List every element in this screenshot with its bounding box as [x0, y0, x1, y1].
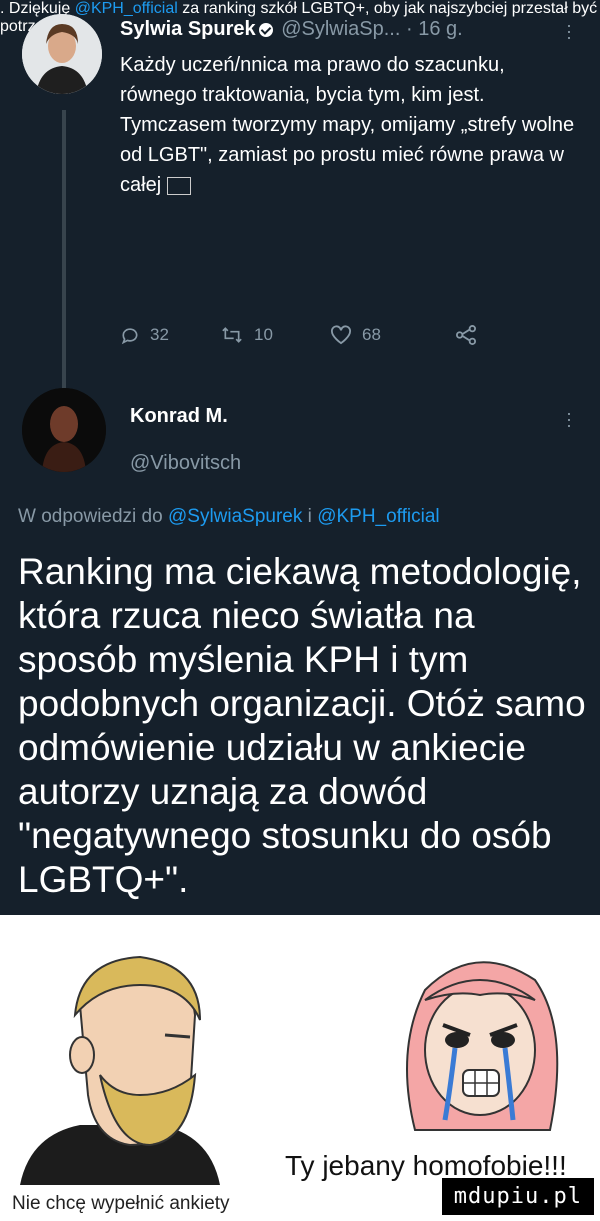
replying-mention-2[interactable]: @KPH_official: [317, 506, 439, 527]
avatar-konrad[interactable]: [22, 388, 106, 472]
tweet-thread-panel: Sylwia Spurek @SylwiaSp... · 16 g. · · · K…: [0, 0, 600, 915]
poland-flag-icon: [166, 176, 191, 195]
replying-prefix: W odpowiedzi do: [18, 506, 163, 527]
reply-text: Ranking ma ciekawą metodologię, która rz…: [18, 551, 586, 900]
replying-and: i: [307, 506, 312, 527]
crying-girl-illustration: [406, 961, 559, 1131]
tweet-author-line: Sylwia Spurek @SylwiaSp... · 16 g.: [120, 18, 463, 41]
time-separator: ·: [405, 18, 413, 40]
replying-mention-1[interactable]: @SylwiaSpurek: [168, 506, 302, 527]
site-watermark: mdupiu.pl: [441, 1178, 594, 1215]
tweet-actions: 32 10 68: [120, 325, 520, 355]
thread-connector: [62, 110, 66, 390]
more-dots-icon[interactable]: · · ·: [566, 404, 572, 434]
reply-author-name[interactable]: Konrad M.: [130, 405, 228, 428]
meme-panel: Ty jebany homofobie!!! Nie chcę wypełnić…: [0, 915, 600, 1221]
meme-left-caption: Nie chcę wypełnić ankiety: [12, 1193, 230, 1214]
like-action[interactable]: 68: [330, 325, 381, 345]
more-dots-icon[interactable]: · · ·: [566, 16, 572, 46]
like-count: 68: [362, 325, 381, 344]
share-action[interactable]: [455, 325, 477, 345]
tweet-text-part1: Każdy uczeń/nnica ma prawo do szacunku, …: [120, 54, 575, 196]
author-handle[interactable]: @SylwiaSp...: [281, 18, 400, 40]
tweet-timestamp[interactable]: 16 g.: [418, 18, 462, 40]
reply-author-handle[interactable]: @Vibovitsch: [130, 452, 241, 475]
share-icon: [456, 325, 476, 345]
heart-icon: [331, 325, 351, 345]
mention-link[interactable]: @KPH_official: [75, 0, 178, 17]
speech-bubble-icon: [121, 328, 138, 345]
reply-count: 32: [150, 325, 169, 344]
retweet-count: 10: [254, 325, 273, 344]
reply-action[interactable]: 32: [120, 325, 169, 345]
avatar-sylwia[interactable]: [22, 14, 102, 94]
author-name[interactable]: Sylwia Spurek: [120, 18, 256, 40]
replying-to-line: W odpowiedzi do @SylwiaSpurek i @KPH_off…: [18, 506, 440, 528]
verified-icon: [258, 22, 273, 37]
retweet-icon: [222, 327, 242, 343]
yes-chad-illustration: [20, 955, 220, 1185]
retweet-action[interactable]: 10: [220, 325, 273, 345]
tweet-text: Każdy uczeń/nnica ma prawo do szacunku, …: [120, 50, 580, 200]
